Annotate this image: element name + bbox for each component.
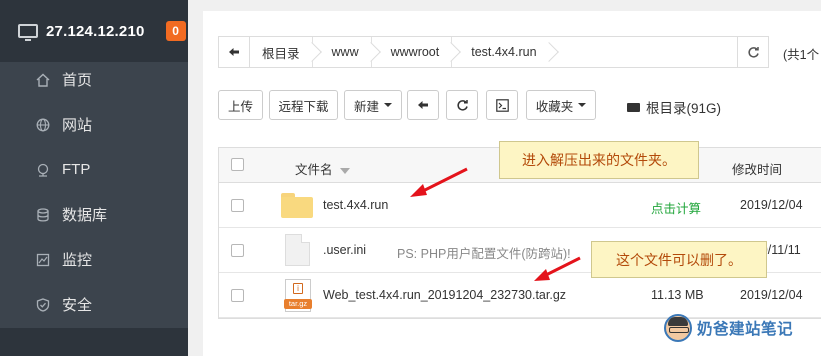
sidebar-item-label: 数据库 [62, 207, 108, 224]
upload-button[interactable]: 上传 [218, 90, 263, 120]
back-toolbar-button[interactable] [407, 90, 439, 120]
sidebar-item-ftp[interactable]: FTP [0, 147, 188, 192]
breadcrumb-label: 根目录 [262, 46, 300, 61]
sidebar-item-database[interactable]: 数据库 [0, 192, 188, 237]
sidebar-item-label: 监控 [62, 252, 93, 269]
file-mtime: 2019/12/04 [740, 288, 803, 302]
red-arrow-icon [534, 256, 581, 281]
refresh-button[interactable] [446, 90, 478, 120]
file-name[interactable]: Web_test.4x4.run_20191204_232730.tar.gz [323, 288, 566, 302]
row-checkbox[interactable] [231, 244, 244, 257]
refresh-icon [456, 99, 468, 111]
caret-down-icon [578, 103, 587, 107]
col-mtime-header[interactable]: 修改时间 [732, 159, 782, 178]
breadcrumb-label: test.4x4.run [471, 45, 537, 59]
arrow-left-icon [229, 48, 239, 56]
disk-icon [627, 102, 640, 112]
disk-label: 根目录(91G) [646, 101, 722, 116]
server-header: 27.124.12.210 0 [0, 0, 188, 62]
sidebar-item-website[interactable]: 网站 [0, 102, 188, 147]
back-button[interactable] [219, 37, 250, 67]
home-icon [36, 73, 50, 87]
sidebar-item-files[interactable] [0, 328, 188, 356]
table-row[interactable]: test.4x4.run 点击计算 2019/12/04 [219, 183, 821, 228]
table-row[interactable]: i tar.gz Web_test.4x4.run_20191204_232730… [219, 273, 821, 318]
breadcrumb-label: wwwroot [390, 45, 440, 59]
breadcrumb-label: www [331, 45, 359, 59]
watermark-text: 奶爸建站笔记 [697, 321, 794, 338]
database-icon [36, 207, 50, 222]
col-name-label: 文件名 [295, 163, 333, 177]
file-name[interactable]: .user.ini [323, 243, 366, 257]
path-refresh-button[interactable] [737, 37, 768, 67]
file-count: (共1个 [783, 48, 820, 62]
breadcrumb-root[interactable]: 根目录 [250, 37, 313, 67]
remote-download-button[interactable]: 远程下载 [269, 90, 338, 120]
watermark-logo: 奶爸建站笔记 [664, 314, 793, 342]
annotation-note: 这个文件可以删了。 [591, 241, 767, 278]
favorites-label: 收藏夹 [535, 99, 574, 114]
sidebar-item-label: FTP [62, 161, 91, 178]
sort-down-icon [340, 168, 350, 174]
red-arrow-icon [410, 167, 468, 197]
sidebar-item-security[interactable]: 安全 [0, 282, 188, 327]
notification-badge[interactable]: 0 [165, 21, 186, 41]
breadcrumb-current[interactable]: test.4x4.run [452, 37, 548, 67]
col-name-header[interactable]: 文件名 [295, 159, 350, 178]
annotation-note: 进入解压出来的文件夹。 [499, 141, 699, 179]
sidebar-item-label: 网站 [62, 117, 93, 134]
disk-info[interactable]: 根目录(91G) [627, 97, 721, 117]
archive-icon: i tar.gz [284, 279, 312, 312]
path-bar: 根目录 www wwwroot test.4x4.run [218, 36, 769, 68]
folder-icon [281, 193, 313, 218]
arrow-left-icon [418, 101, 428, 109]
avatar [664, 314, 692, 342]
breadcrumb-wwwroot[interactable]: wwwroot [372, 37, 453, 67]
sidebar: 27.124.12.210 0 首页 网站 FTP 数据库 监控 安全 [0, 0, 188, 356]
ftp-icon [36, 163, 50, 177]
file-name[interactable]: test.4x4.run [323, 198, 388, 212]
row-checkbox[interactable] [231, 289, 244, 302]
caret-down-icon [384, 103, 392, 107]
server-ip: 27.124.12.210 [46, 22, 145, 40]
file-icon [285, 234, 310, 266]
monitor-chart-icon [36, 253, 50, 267]
globe-icon [36, 118, 50, 132]
calc-size-link[interactable]: 点击计算 [651, 198, 701, 217]
terminal-icon [495, 98, 509, 112]
sidebar-item-label: 安全 [62, 297, 93, 314]
new-button-label: 新建 [353, 99, 379, 114]
new-button[interactable]: 新建 [344, 90, 402, 120]
refresh-icon [747, 46, 759, 58]
file-size: 11.13 MB [651, 288, 704, 302]
terminal-button[interactable] [486, 90, 518, 120]
favorites-button[interactable]: 收藏夹 [526, 90, 596, 120]
sidebar-item-label: 首页 [62, 72, 93, 89]
monitor-icon [18, 24, 38, 41]
file-manager-panel: 根目录 www wwwroot test.4x4.run (共1个 上传 远程下… [203, 11, 821, 356]
shield-icon [36, 297, 50, 312]
file-mtime: 2019/12/04 [740, 198, 803, 212]
select-all-checkbox[interactable] [231, 158, 244, 171]
sidebar-item-monitor[interactable]: 监控 [0, 237, 188, 282]
row-checkbox[interactable] [231, 199, 244, 212]
sidebar-item-home[interactable]: 首页 [0, 57, 188, 102]
